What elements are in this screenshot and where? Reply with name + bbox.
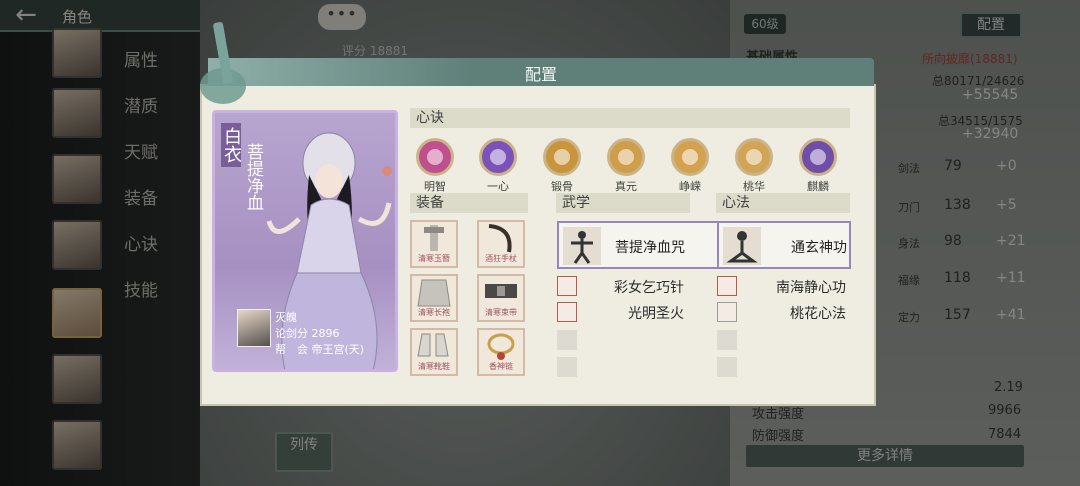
technique-icon xyxy=(479,138,517,176)
technique-slot[interactable]: 桃华 xyxy=(729,138,779,194)
guild-label: 帮 会 帝王宫(天) xyxy=(275,343,365,356)
calm-skill-icon[interactable] xyxy=(717,276,737,296)
techniques-header: 心诀 xyxy=(410,108,850,128)
martial-header: 武学 xyxy=(556,193,690,213)
empty-skill-slot[interactable] xyxy=(717,330,737,350)
flame-skill-icon[interactable] xyxy=(557,302,577,322)
technique-icon xyxy=(735,138,773,176)
equipment-slot[interactable]: 香神链 xyxy=(477,328,525,376)
mind-main-skill[interactable]: 通玄神功 xyxy=(717,221,851,269)
mind-sub-skill-2: 桃花心法 xyxy=(790,306,846,322)
technique-slot[interactable]: 明智 xyxy=(410,138,460,194)
empty-skill-slot[interactable] xyxy=(557,357,577,377)
meditation-skill-icon xyxy=(723,227,761,265)
dialog-header: 配置 xyxy=(208,58,874,86)
technique-slot[interactable]: 真元 xyxy=(601,138,651,194)
dialog-title: 配置 xyxy=(524,65,557,84)
empty-skill-slot[interactable] xyxy=(717,357,737,377)
technique-slot[interactable]: 峥嵘 xyxy=(665,138,715,194)
equipment-slot[interactable]: 酒狂手杖 xyxy=(477,220,525,268)
robe-icon xyxy=(417,279,451,307)
technique-slot[interactable]: 一心 xyxy=(473,138,523,194)
sword-score: 论剑分 2896 xyxy=(275,327,340,340)
technique-icon xyxy=(607,138,645,176)
technique-icon xyxy=(799,138,837,176)
technique-icon xyxy=(416,138,454,176)
equipment-slot[interactable]: 清寒靴鞋 xyxy=(410,328,458,376)
player-name: 灭魄 xyxy=(275,311,297,324)
character-portrait-card[interactable]: 白衣 菩提净血 灭魄 论剑分 2896 帮 会 帝王宫(天) xyxy=(212,110,398,372)
martial-sub-skill-2: 光明圣火 xyxy=(628,306,684,322)
martial-main-skill[interactable]: 菩提净血咒 xyxy=(557,221,719,269)
technique-slot[interactable]: 锻骨 xyxy=(537,138,587,194)
technique-icon xyxy=(543,138,581,176)
boots-icon xyxy=(417,333,449,357)
game-screen: ← 角色 ••• 评分 18881 属性 潜质 天赋 装备 心诀 技能 60级 … xyxy=(0,0,1080,486)
peach-blossom-skill-icon[interactable] xyxy=(717,302,737,322)
technique-slot[interactable]: 麒麟 xyxy=(793,138,843,194)
hairpin-icon xyxy=(424,225,444,251)
necklace-icon xyxy=(487,333,515,360)
equipment-slot[interactable]: 清寒玉簪 xyxy=(410,220,458,268)
mind-sub-skill-1: 南海静心功 xyxy=(776,280,846,296)
martial-sub-skill-1: 彩女乞巧针 xyxy=(614,280,684,296)
needle-skill-icon[interactable] xyxy=(557,276,577,296)
staff-icon xyxy=(488,224,512,253)
technique-icon xyxy=(671,138,709,176)
equipment-slot[interactable]: 清寒束带 xyxy=(477,274,525,322)
mind-header: 心法 xyxy=(716,193,850,213)
empty-skill-slot[interactable] xyxy=(557,330,577,350)
belt-icon xyxy=(485,284,517,298)
portrait-subtitle: 白衣 xyxy=(221,123,242,167)
portrait-title: 菩提净血 xyxy=(243,143,263,211)
martial-skill-icon xyxy=(563,227,601,265)
player-avatar xyxy=(237,309,271,347)
equipment-slot[interactable]: 清寒长袍 xyxy=(410,274,458,322)
equipment-header: 装备 xyxy=(410,193,528,213)
